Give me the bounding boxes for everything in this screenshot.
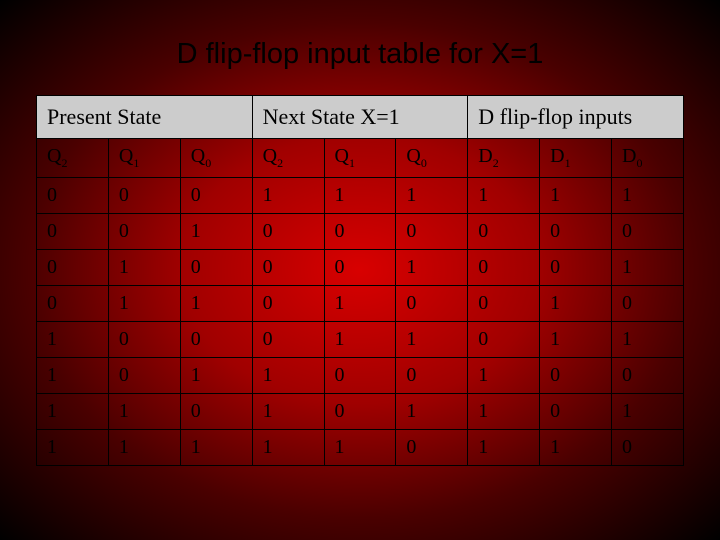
cell: 1 bbox=[180, 214, 252, 250]
table-row: 1 1 0 1 0 1 1 0 1 bbox=[37, 394, 684, 430]
page-title: D flip-flop input table for X=1 bbox=[116, 38, 604, 71]
cell: 0 bbox=[180, 394, 252, 430]
cell: 1 bbox=[37, 358, 109, 394]
col-d0: D0 bbox=[612, 139, 684, 178]
cell: 0 bbox=[180, 250, 252, 286]
cell: 1 bbox=[540, 322, 612, 358]
cell: 1 bbox=[37, 394, 109, 430]
table-body: 0 0 0 1 1 1 1 1 1 0 0 1 0 0 0 0 0 0 bbox=[37, 178, 684, 466]
cell: 1 bbox=[468, 430, 540, 466]
cell: 1 bbox=[468, 178, 540, 214]
col-d2: D2 bbox=[468, 139, 540, 178]
cell: 0 bbox=[468, 286, 540, 322]
cell: 0 bbox=[324, 214, 396, 250]
cell: 0 bbox=[612, 430, 684, 466]
cell: 0 bbox=[37, 250, 109, 286]
cell: 0 bbox=[540, 250, 612, 286]
cell: 0 bbox=[396, 358, 468, 394]
cell: 1 bbox=[540, 430, 612, 466]
col-q2-present: Q2 bbox=[37, 139, 109, 178]
cell: 0 bbox=[108, 214, 180, 250]
cell: 1 bbox=[252, 358, 324, 394]
cell: 0 bbox=[108, 322, 180, 358]
table-header-row: Present State Next State X=1 D flip-flop… bbox=[37, 96, 684, 139]
cell: 1 bbox=[396, 250, 468, 286]
cell: 0 bbox=[324, 250, 396, 286]
cell: 0 bbox=[37, 214, 109, 250]
cell: 1 bbox=[540, 286, 612, 322]
col-q1-next: Q1 bbox=[324, 139, 396, 178]
cell: 0 bbox=[252, 286, 324, 322]
table-subheader-row: Q2 Q1 Q0 Q2 Q1 Q0 D2 D1 D0 bbox=[37, 139, 684, 178]
cell: 1 bbox=[612, 322, 684, 358]
cell: 1 bbox=[612, 178, 684, 214]
cell: 1 bbox=[37, 430, 109, 466]
table-row: 0 0 0 1 1 1 1 1 1 bbox=[37, 178, 684, 214]
cell: 0 bbox=[612, 358, 684, 394]
cell: 0 bbox=[468, 250, 540, 286]
cell: 1 bbox=[180, 358, 252, 394]
col-group-present-state: Present State bbox=[37, 96, 253, 139]
cell: 1 bbox=[396, 394, 468, 430]
cell: 1 bbox=[180, 286, 252, 322]
cell: 1 bbox=[108, 394, 180, 430]
cell: 0 bbox=[612, 286, 684, 322]
table-row: 1 1 1 1 1 0 1 1 0 bbox=[37, 430, 684, 466]
col-group-next-state: Next State X=1 bbox=[252, 96, 468, 139]
cell: 0 bbox=[612, 214, 684, 250]
cell: 1 bbox=[252, 430, 324, 466]
cell: 0 bbox=[396, 430, 468, 466]
cell: 1 bbox=[108, 430, 180, 466]
col-q2-next: Q2 bbox=[252, 139, 324, 178]
col-q0-present: Q0 bbox=[180, 139, 252, 178]
cell: 0 bbox=[540, 394, 612, 430]
table-row: 0 1 1 0 1 0 0 1 0 bbox=[37, 286, 684, 322]
cell: 0 bbox=[324, 358, 396, 394]
cell: 0 bbox=[540, 358, 612, 394]
cell: 0 bbox=[252, 214, 324, 250]
cell: 1 bbox=[180, 430, 252, 466]
cell: 1 bbox=[37, 322, 109, 358]
cell: 1 bbox=[540, 178, 612, 214]
cell: 1 bbox=[612, 250, 684, 286]
cell: 1 bbox=[324, 322, 396, 358]
cell: 0 bbox=[37, 178, 109, 214]
slide: D flip-flop input table for X=1 Present … bbox=[0, 0, 720, 466]
cell: 1 bbox=[252, 178, 324, 214]
col-d1: D1 bbox=[540, 139, 612, 178]
cell: 0 bbox=[180, 322, 252, 358]
cell: 0 bbox=[252, 322, 324, 358]
cell: 0 bbox=[396, 286, 468, 322]
cell: 1 bbox=[324, 178, 396, 214]
table-row: 0 1 0 0 0 1 0 0 1 bbox=[37, 250, 684, 286]
cell: 1 bbox=[468, 394, 540, 430]
col-q1-present: Q1 bbox=[108, 139, 180, 178]
table-row: 0 0 1 0 0 0 0 0 0 bbox=[37, 214, 684, 250]
cell: 0 bbox=[180, 178, 252, 214]
cell: 1 bbox=[612, 394, 684, 430]
cell: 1 bbox=[468, 358, 540, 394]
col-group-d-inputs: D flip-flop inputs bbox=[468, 96, 684, 139]
cell: 0 bbox=[540, 214, 612, 250]
cell: 1 bbox=[108, 286, 180, 322]
cell: 0 bbox=[324, 394, 396, 430]
cell: 1 bbox=[108, 250, 180, 286]
cell: 0 bbox=[396, 214, 468, 250]
cell: 1 bbox=[396, 322, 468, 358]
cell: 0 bbox=[108, 178, 180, 214]
cell: 0 bbox=[108, 358, 180, 394]
table-row: 1 0 1 1 0 0 1 0 0 bbox=[37, 358, 684, 394]
cell: 1 bbox=[396, 178, 468, 214]
truth-table: Present State Next State X=1 D flip-flop… bbox=[36, 95, 684, 466]
cell: 0 bbox=[37, 286, 109, 322]
table-row: 1 0 0 0 1 1 0 1 1 bbox=[37, 322, 684, 358]
cell: 0 bbox=[468, 214, 540, 250]
cell: 1 bbox=[324, 286, 396, 322]
cell: 1 bbox=[324, 430, 396, 466]
cell: 0 bbox=[252, 250, 324, 286]
cell: 0 bbox=[468, 322, 540, 358]
col-q0-next: Q0 bbox=[396, 139, 468, 178]
cell: 1 bbox=[252, 394, 324, 430]
